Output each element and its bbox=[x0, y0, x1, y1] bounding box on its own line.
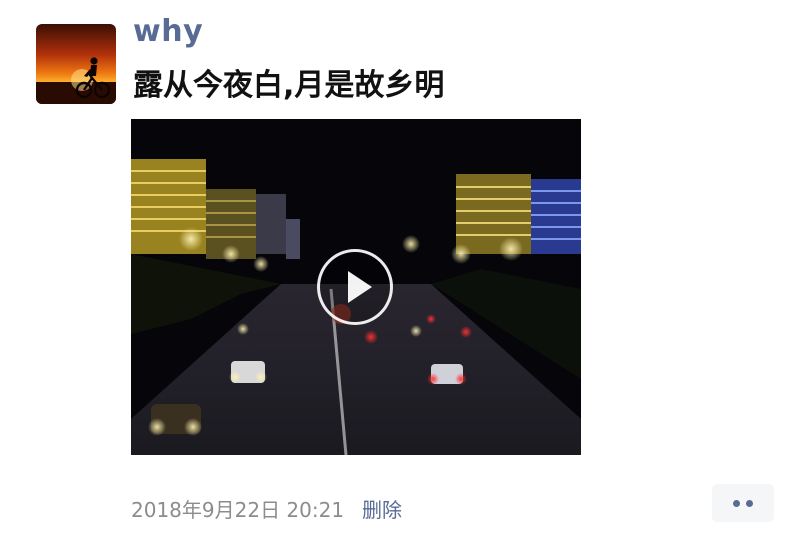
post-text: 露从今夜白,月是故乡明 bbox=[133, 68, 445, 103]
moments-post: why 露从今夜白,月是故乡明 2018年9月22日 20:21 删除 bbox=[0, 0, 800, 533]
avatar[interactable] bbox=[36, 24, 116, 104]
username[interactable]: why bbox=[133, 14, 203, 49]
more-dots-icon bbox=[733, 500, 740, 507]
play-button[interactable] bbox=[317, 249, 393, 325]
delete-button[interactable]: 删除 bbox=[362, 494, 402, 523]
cyclist-sunset-icon bbox=[36, 57, 116, 104]
post-timestamp: 2018年9月22日 20:21 bbox=[131, 498, 345, 522]
video-thumbnail[interactable] bbox=[131, 119, 581, 455]
more-button[interactable] bbox=[712, 484, 774, 522]
play-icon bbox=[348, 271, 372, 303]
more-dots-icon bbox=[746, 500, 753, 507]
